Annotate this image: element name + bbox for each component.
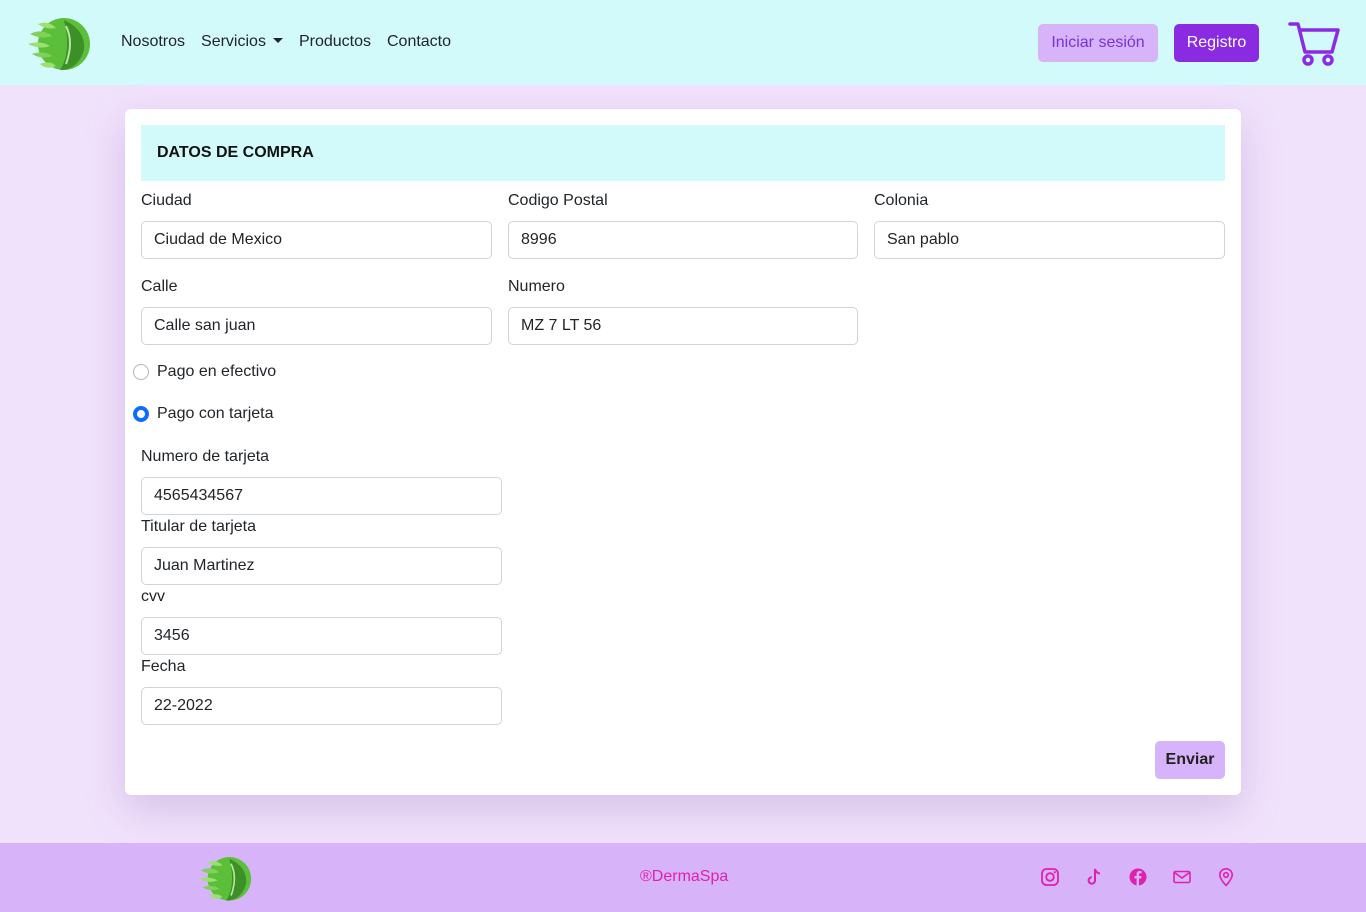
navbar: Nosotros Servicios Productos Contacto In…	[0, 0, 1366, 85]
dermaspa-logo[interactable]	[26, 12, 94, 74]
location-icon[interactable]	[1216, 867, 1236, 887]
codigo-postal-input[interactable]: 8996	[508, 221, 858, 259]
numero-tarjeta-label: Numero de tarjeta	[141, 448, 270, 465]
pago-efectivo-radio[interactable]	[133, 364, 149, 380]
cvv-input[interactable]: 3456	[141, 617, 502, 655]
titular-tarjeta-input[interactable]: Juan Martinez	[141, 547, 502, 585]
nav-link-contacto[interactable]: Contacto	[387, 31, 451, 53]
nav-link-productos[interactable]: Productos	[299, 31, 371, 53]
submit-button[interactable]: Enviar	[1155, 741, 1225, 779]
numero-tarjeta-input[interactable]: 4565434567	[141, 477, 502, 515]
fecha-input[interactable]: 22-2022	[141, 687, 502, 725]
shopping-cart-icon[interactable]	[1288, 20, 1340, 66]
calle-label: Calle	[141, 278, 178, 295]
fecha-label: Fecha	[141, 658, 186, 675]
pago-tarjeta-option[interactable]: Pago con tarjeta	[133, 405, 274, 423]
ciudad-input[interactable]: Ciudad de Mexico	[141, 221, 492, 259]
cvv-label: cvv	[141, 588, 165, 605]
nav-link-servicios-label: Servicios	[201, 33, 266, 50]
calle-input[interactable]: Calle san juan	[141, 307, 492, 345]
titular-tarjeta-label: Titular de tarjeta	[141, 518, 257, 535]
chevron-down-icon	[272, 38, 283, 43]
tiktok-icon[interactable]	[1084, 867, 1104, 887]
nav-link-servicios[interactable]: Servicios	[201, 31, 283, 53]
nav-link-nosotros[interactable]: Nosotros	[121, 31, 185, 53]
colonia-input[interactable]: San pablo	[874, 221, 1225, 259]
instagram-icon[interactable]	[1040, 867, 1060, 887]
footer: ®DermaSpa	[0, 843, 1366, 912]
footer-logo	[199, 857, 252, 901]
pago-efectivo-option[interactable]: Pago en efectivo	[133, 363, 276, 381]
pago-tarjeta-label: Pago con tarjeta	[157, 405, 274, 422]
codigo-postal-label: Codigo Postal	[508, 192, 608, 209]
colonia-label: Colonia	[874, 192, 929, 209]
pago-tarjeta-radio[interactable]	[133, 406, 149, 422]
login-button[interactable]: Iniciar sesión	[1038, 24, 1158, 62]
pago-efectivo-label: Pago en efectivo	[157, 363, 277, 380]
footer-brand: ®DermaSpa	[640, 868, 729, 885]
mail-icon[interactable]	[1172, 867, 1192, 887]
facebook-icon[interactable]	[1128, 867, 1148, 887]
nav-links: Nosotros Servicios Productos Contacto	[121, 31, 467, 53]
numero-input[interactable]: MZ 7 LT 56	[508, 307, 858, 345]
purchase-form-card: DATOS DE COMPRA Ciudad Ciudad de Mexico …	[125, 109, 1241, 795]
form-header: DATOS DE COMPRA	[141, 125, 1225, 181]
register-button[interactable]: Registro	[1174, 24, 1259, 62]
numero-label: Numero	[508, 278, 565, 295]
ciudad-label: Ciudad	[141, 192, 192, 209]
